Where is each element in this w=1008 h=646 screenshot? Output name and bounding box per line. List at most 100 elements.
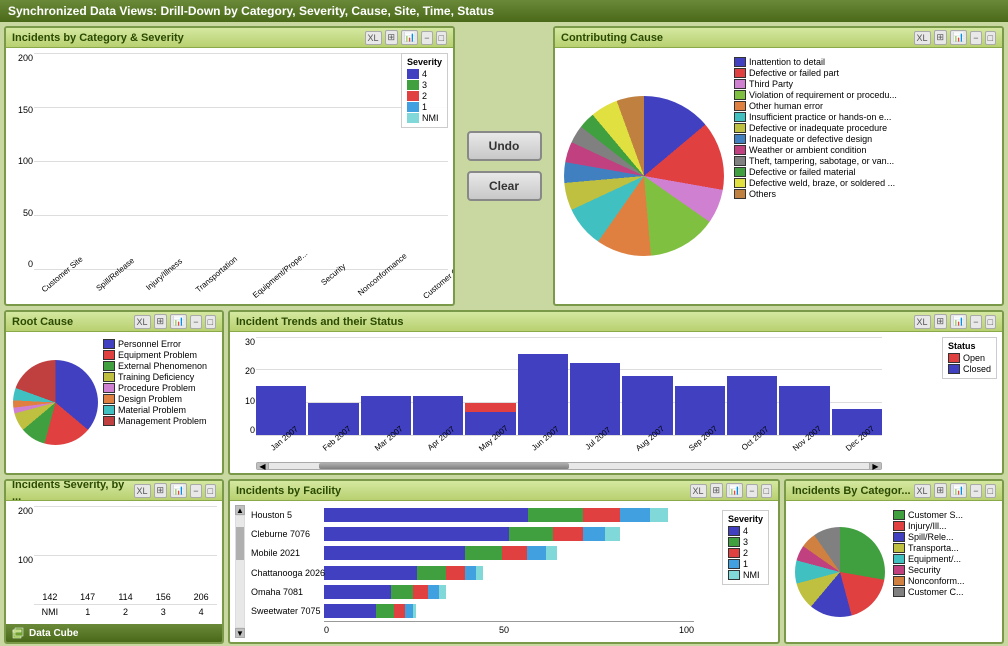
sev-bar-1[interactable]: 147	[72, 592, 104, 604]
chart-icon-cc[interactable]: 📊	[950, 30, 967, 45]
minimize-icon[interactable]: −	[421, 31, 432, 45]
facility-row-sweetwater[interactable]: Sweetwater 7075	[324, 604, 694, 618]
copy-icon-it[interactable]: ⊞	[934, 314, 948, 329]
copy-icon-ibc[interactable]: ⊞	[934, 483, 948, 498]
facility-scrollbar[interactable]: ▲ ▼	[234, 505, 246, 638]
facility-row-cleburne[interactable]: Cleburne 7076	[324, 527, 694, 541]
legend-root-cause: Personnel Error Equipment Problem Extern…	[103, 336, 218, 469]
panel-body-category-severity: 200 150 100 50 0	[6, 48, 453, 304]
legend-defective-weld: Defective weld, braze, or soldered ...	[734, 178, 998, 188]
copy-icon-if[interactable]: ⊞	[710, 483, 724, 498]
facility-row-chattanooga[interactable]: Chattanooga 2026	[324, 566, 694, 580]
xl-icon-rc[interactable]: XL	[134, 315, 151, 329]
trend-y-30: 30	[245, 337, 255, 347]
copy-icon[interactable]: ⊞	[385, 30, 399, 45]
panel-title-root-cause: Root Cause	[12, 316, 73, 328]
legend-cat-nonconform: Nonconform...	[893, 576, 998, 586]
legend-external-phenomenon: External Phenomenon	[103, 361, 218, 371]
legend-2: 2	[407, 91, 442, 101]
scroll-thumb-v[interactable]	[236, 527, 244, 560]
minimize-icon-if[interactable]: −	[746, 484, 757, 498]
facility-row-mobile[interactable]: Mobile 2021	[324, 546, 694, 560]
chart-icon-if[interactable]: 📊	[726, 483, 743, 498]
legend-material-problem: Material Problem	[103, 405, 218, 415]
pie-incidents-by-category[interactable]	[790, 505, 890, 638]
sev-bar-4[interactable]: 206	[185, 592, 217, 604]
maximize-icon-ibc[interactable]: □	[985, 484, 996, 498]
legend-cat-spill: Spill/Rele...	[893, 532, 998, 542]
panel-root-cause: Root Cause XL ⊞ 📊 − □ Personnel Error Eq…	[4, 310, 224, 475]
sev-bar-3[interactable]: 156	[147, 592, 179, 604]
trend-bar-aug[interactable]	[622, 376, 672, 435]
maximize-icon-is[interactable]: □	[205, 484, 216, 498]
legend-fac-nmi: NMI	[728, 570, 763, 580]
maximize-icon[interactable]: □	[436, 31, 447, 45]
xl-icon-cc[interactable]: XL	[914, 31, 931, 45]
chart-icon-rc[interactable]: 📊	[170, 314, 187, 329]
maximize-icon-it[interactable]: □	[985, 315, 996, 329]
maximize-icon-rc[interactable]: □	[205, 315, 216, 329]
legend-failed-material: Defective or failed material	[734, 167, 998, 177]
maximize-icon-if[interactable]: □	[761, 484, 772, 498]
scroll-track[interactable]	[235, 515, 245, 628]
scroll-right[interactable]: ▶	[869, 463, 881, 469]
minimize-icon-rc[interactable]: −	[190, 315, 201, 329]
maximize-icon-cc[interactable]: □	[985, 31, 996, 45]
copy-icon-is[interactable]: ⊞	[154, 483, 168, 498]
legend-cat-security: Security	[893, 565, 998, 575]
xl-icon[interactable]: XL	[365, 31, 382, 45]
trend-bar-jun[interactable]	[518, 354, 568, 435]
xl-icon-is[interactable]: XL	[134, 484, 151, 498]
data-cube-button[interactable]: Data Cube	[6, 624, 222, 642]
scroll-up[interactable]: ▲	[235, 505, 245, 515]
chart-icon-is[interactable]: 📊	[170, 483, 187, 498]
trend-bar-apr[interactable]	[413, 396, 463, 435]
minimize-icon-cc[interactable]: −	[970, 31, 981, 45]
panel-header-contributing-cause: Contributing Cause XL ⊞ 📊 − □	[555, 28, 1002, 48]
panel-header-incidents-facility: Incidents by Facility XL ⊞ 📊 − □	[230, 481, 778, 501]
scroll-down[interactable]: ▼	[235, 628, 245, 638]
sev-bar-2[interactable]: 114	[110, 592, 142, 604]
sev-y-200: 200	[18, 506, 33, 516]
legend-others: Others	[734, 189, 998, 199]
minimize-icon-ibc[interactable]: −	[970, 484, 981, 498]
copy-icon-cc[interactable]: ⊞	[934, 30, 948, 45]
trend-scrollbar[interactable]: ◀ ▶	[256, 462, 882, 470]
facility-x-axis-line	[324, 621, 694, 622]
legend-closed: Closed	[948, 364, 991, 374]
legend-human-error: Other human error	[734, 101, 998, 111]
facility-row-houston[interactable]: Houston 5	[324, 508, 694, 522]
facility-label-houston: Houston 5	[251, 510, 292, 520]
chart-icon[interactable]: 📊	[401, 30, 418, 45]
trend-bar-nov[interactable]	[779, 386, 829, 435]
chart-icon-ibc[interactable]: 📊	[950, 483, 967, 498]
legend-open: Open	[948, 353, 991, 363]
panel-icons-incidents-severity: XL ⊞ 📊 − □	[134, 483, 216, 498]
facility-row-omaha[interactable]: Omaha 7081	[324, 585, 694, 599]
copy-icon-rc[interactable]: ⊞	[154, 314, 168, 329]
panel-title-incidents-facility: Incidents by Facility	[236, 485, 341, 497]
minimize-icon-it[interactable]: −	[970, 315, 981, 329]
scroll-left[interactable]: ◀	[257, 463, 269, 469]
facility-x-100: 100	[679, 625, 694, 635]
trend-bar-jul[interactable]	[570, 363, 620, 435]
facility-chart-area: Houston 5 Cleburne 7076	[249, 505, 774, 638]
undo-button[interactable]: Undo	[467, 131, 542, 161]
xl-icon-ibc[interactable]: XL	[914, 484, 931, 498]
trend-bar-oct[interactable]	[727, 376, 777, 435]
pie-root-cause[interactable]	[10, 336, 100, 469]
trend-scroll-thumb[interactable]	[319, 463, 569, 469]
clear-button[interactable]: Clear	[467, 171, 542, 201]
sev-bar-nmi[interactable]: 142	[34, 592, 66, 604]
trend-bar-jan[interactable]	[256, 386, 306, 435]
xl-icon-if[interactable]: XL	[690, 484, 707, 498]
legend-procedure-problem: Procedure Problem	[103, 383, 218, 393]
minimize-icon-is[interactable]: −	[190, 484, 201, 498]
chart-icon-it[interactable]: 📊	[950, 314, 967, 329]
trend-bar-sep[interactable]	[675, 386, 725, 435]
main-container: Incidents by Category & Severity XL ⊞ 📊 …	[0, 22, 1008, 646]
xl-icon-it[interactable]: XL	[914, 315, 931, 329]
legend-fac-4: 4	[728, 526, 763, 536]
legend-facility-title: Severity	[728, 514, 763, 524]
pie-contributing-cause[interactable]	[559, 52, 729, 300]
